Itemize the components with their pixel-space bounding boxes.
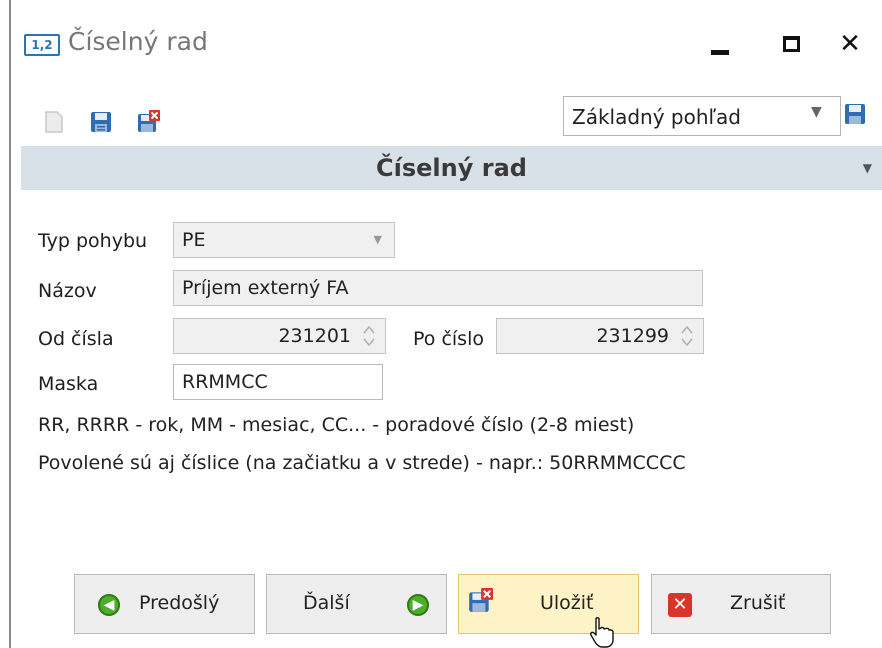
type-value: PE <box>182 229 206 251</box>
hand-cursor-icon <box>590 617 614 648</box>
section-header[interactable]: Číselný rad ▼ <box>21 146 882 190</box>
previous-button[interactable]: ◀ Predošlý <box>74 574 255 634</box>
mask-value: RRMMCC <box>182 371 268 393</box>
next-button-label: Ďalší <box>303 592 350 614</box>
next-button[interactable]: Ďalší ▶ <box>266 574 447 634</box>
chevron-down-icon: ▼ <box>811 104 822 120</box>
from-number-value: 231201 <box>278 325 351 347</box>
to-number-value: 231299 <box>596 325 669 347</box>
save-view-icon[interactable] <box>844 102 866 126</box>
mask-hint-line: RR, RRRR - rok, MM - mesiac, CC... - por… <box>38 414 635 436</box>
previous-button-label: Predošlý <box>139 592 220 614</box>
new-document-icon[interactable] <box>42 110 66 134</box>
view-select[interactable]: Základný pohľad ▼ <box>563 96 841 136</box>
save-button-label: Uložiť <box>540 592 594 614</box>
cancel-x-icon: ✕ <box>668 593 692 617</box>
section-title: Číselný rad <box>376 154 527 182</box>
arrow-right-icon: ▶ <box>407 594 429 616</box>
mask-hint-line: Povolené sú aj číslice (na začiatku a v … <box>38 452 686 474</box>
from-number-spinner[interactable]: 231201 <box>173 318 386 354</box>
close-button[interactable]: ✕ <box>826 22 874 66</box>
to-number-label: Po číslo <box>413 328 484 350</box>
to-number-spinner[interactable]: 231299 <box>496 318 704 354</box>
mask-field[interactable]: RRMMCC <box>173 364 383 400</box>
spinner-arrows-icon[interactable] <box>362 323 376 349</box>
window-title: Číselný rad <box>68 27 208 56</box>
dialog-window: 1,2 Číselný rad ✕ Základný pohľad ▼ Číse… <box>0 0 882 648</box>
name-value: Príjem externý FA <box>182 277 349 299</box>
save-and-close-icon[interactable] <box>136 110 160 134</box>
view-select-value: Základný pohľad <box>572 105 741 129</box>
close-icon: ✕ <box>839 29 861 59</box>
type-combobox[interactable]: PE ▼ <box>173 222 395 258</box>
save-icon[interactable] <box>89 110 113 134</box>
chevron-down-icon: ▼ <box>373 233 382 246</box>
mask-label: Maska <box>38 373 99 395</box>
name-field[interactable]: Príjem externý FA <box>173 270 703 306</box>
arrow-left-icon: ◀ <box>98 594 120 616</box>
maximize-button[interactable] <box>767 22 815 66</box>
app-numbering-icon: 1,2 <box>24 34 60 56</box>
minimize-icon <box>711 49 729 55</box>
from-number-label: Od čísla <box>38 328 114 350</box>
save-and-close-icon <box>469 588 493 612</box>
type-label: Typ pohybu <box>38 230 148 252</box>
spinner-arrows-icon[interactable] <box>680 323 694 349</box>
maximize-icon <box>782 36 800 52</box>
cancel-button-label: Zrušiť <box>730 592 786 614</box>
minimize-button[interactable] <box>696 22 744 66</box>
cancel-button[interactable]: ✕ Zrušiť <box>651 574 831 634</box>
collapse-arrow-icon[interactable]: ▼ <box>863 161 872 175</box>
name-label: Názov <box>38 280 97 302</box>
